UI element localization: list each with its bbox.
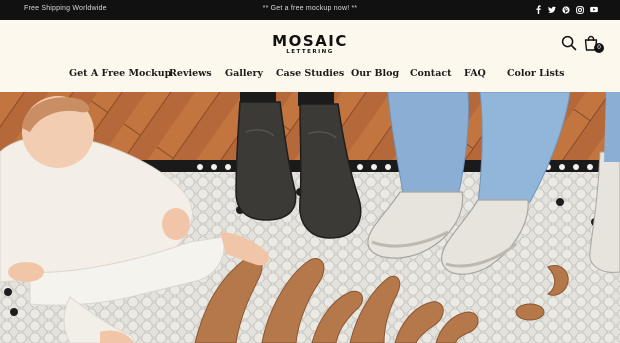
instagram-icon[interactable] [576, 4, 584, 15]
youtube-icon[interactable] [590, 4, 598, 15]
hero-photo-mosaic-floor [0, 92, 620, 343]
social-links [534, 4, 598, 15]
facebook-icon[interactable] [534, 4, 542, 15]
announcement-bar: Free Shipping Worldwide ** Get a free mo… [0, 0, 620, 20]
nav-item-reviews[interactable]: Reviews [169, 68, 212, 79]
twitter-icon[interactable] [548, 4, 556, 15]
logo-container: MOSAIC LETTERING [0, 33, 620, 58]
nav-item-our-blog[interactable]: Our Blog [351, 68, 399, 79]
cart-button[interactable]: 0 [583, 35, 604, 53]
pinterest-icon[interactable] [562, 4, 570, 15]
logo-wordmark: MOSAIC [272, 32, 348, 50]
nav-item-faq[interactable]: FAQ [464, 68, 486, 79]
search-button[interactable] [561, 35, 577, 51]
main-navigation: Get A Free Mockup Reviews Gallery Case S… [0, 68, 620, 82]
nav-item-color-lists[interactable]: Color Lists [507, 68, 565, 79]
nav-item-get-a-free-mockup[interactable]: Get A Free Mockup [69, 68, 171, 79]
hero-banner [0, 92, 620, 343]
nav-item-case-studies[interactable]: Case Studies [276, 68, 344, 79]
search-icon [561, 35, 577, 51]
shipping-notice: Free Shipping Worldwide [24, 5, 107, 12]
nav-item-contact[interactable]: Contact [410, 68, 452, 79]
cart-count-badge: 0 [594, 43, 604, 53]
logo-subtitle: LETTERING [286, 49, 334, 55]
logo[interactable]: MOSAIC LETTERING [272, 33, 348, 56]
site-header: MOSAIC LETTERING 0 Get A Free Mockup Rev… [0, 20, 620, 92]
nav-item-gallery[interactable]: Gallery [225, 68, 263, 79]
free-mockup-promo-link[interactable]: ** Get a free mockup now! ** [263, 5, 358, 12]
